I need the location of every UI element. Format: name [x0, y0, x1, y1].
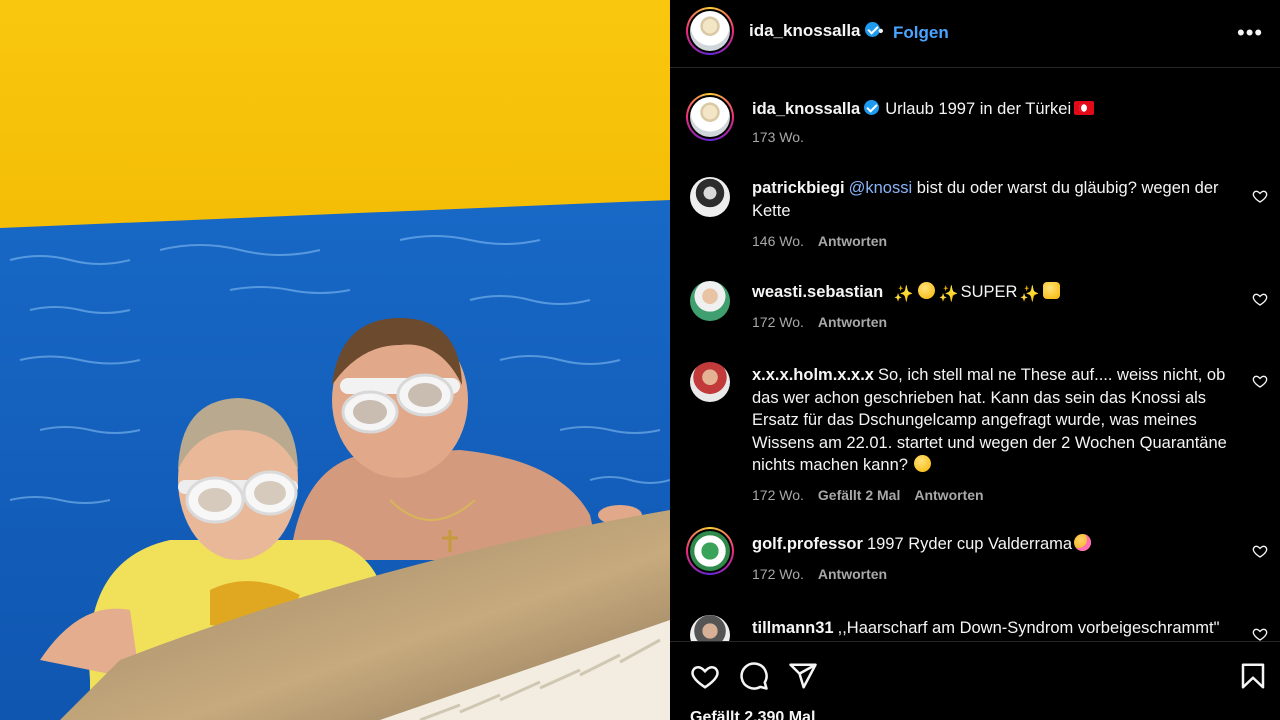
comment-meta: 172 Wo. Gefällt 2 Mal Antworten: [752, 487, 984, 503]
pool-photo-illustration: [0, 0, 670, 720]
comment-username[interactable]: tillmann31: [752, 619, 834, 637]
bookmark-icon[interactable]: [1238, 661, 1268, 691]
comment-text: SUPER: [960, 283, 1018, 301]
comment-avatar[interactable]: [690, 615, 730, 641]
thumbs-up-emoji-icon: [1043, 282, 1061, 299]
comment-likes[interactable]: Gefällt 2 Mal: [818, 487, 900, 503]
post-photo[interactable]: [0, 0, 670, 720]
caption-username[interactable]: ida_knossalla: [752, 100, 860, 118]
turkey-flag-icon: [1074, 101, 1095, 115]
follow-button[interactable]: Folgen: [893, 23, 949, 43]
heart-icon[interactable]: [1252, 543, 1268, 559]
comment-meta: 172 Wo. Antworten: [752, 566, 888, 582]
caption-text: Urlaub 1997 in der Türkei: [885, 100, 1072, 118]
verified-badge-icon: [864, 100, 880, 115]
thinking-emoji-icon: [913, 455, 931, 472]
separator-dot: •: [878, 23, 884, 40]
grin-emoji-icon: [917, 282, 935, 299]
sparkles-icon: ✨: [1019, 286, 1040, 303]
comment-username[interactable]: weasti.sebastian: [752, 283, 883, 301]
share-icon[interactable]: [788, 661, 818, 691]
comment-avatar[interactable]: [690, 281, 730, 321]
mention-link[interactable]: @knossi: [849, 179, 913, 197]
author-avatar[interactable]: [686, 7, 734, 55]
comment-avatar[interactable]: [690, 362, 730, 402]
reply-button[interactable]: Antworten: [818, 566, 887, 582]
comment-avatar[interactable]: [686, 527, 734, 575]
reply-button[interactable]: Antworten: [818, 233, 887, 249]
comment-meta: 146 Wo. Antworten: [752, 233, 888, 249]
comment-icon[interactable]: [739, 661, 769, 691]
post-header: ida_knossalla • Folgen •••: [670, 0, 1280, 68]
sparkles-icon: ✨: [938, 286, 959, 303]
likes-count[interactable]: Gefällt 2.390 Mal: [690, 709, 815, 720]
comment-meta: 172 Wo. Antworten: [752, 314, 888, 330]
post-side-panel: ida_knossalla • Folgen ••• ida_knossalla…: [670, 0, 1280, 720]
comments-list[interactable]: ida_knossalla Urlaub 1997 in der Türkei 1…: [670, 69, 1280, 641]
heart-icon[interactable]: [1252, 188, 1268, 204]
author-username[interactable]: ida_knossalla: [749, 21, 880, 41]
heart-icon[interactable]: [690, 661, 720, 691]
reply-button[interactable]: Antworten: [818, 314, 887, 330]
comment-text: 1997 Ryder cup Valderrama: [866, 535, 1073, 553]
heart-icon[interactable]: [1252, 291, 1268, 307]
caption-meta: 173 Wo.: [752, 129, 804, 145]
comment-username[interactable]: patrickbiegi: [752, 179, 845, 197]
comment-username[interactable]: golf.professor: [752, 535, 863, 553]
comment-username[interactable]: x.x.x.holm.x.x.x: [752, 366, 874, 384]
heart-icon[interactable]: [1252, 626, 1268, 641]
more-options-icon[interactable]: •••: [1237, 20, 1263, 46]
reply-button[interactable]: Antworten: [914, 487, 983, 503]
zany-emoji-icon: [1074, 534, 1092, 551]
post-actions-bar: Gefällt 2.390 Mal: [670, 641, 1280, 720]
heart-icon[interactable]: [1252, 373, 1268, 389]
sparkles-icon: ✨: [893, 286, 914, 303]
comment-text: ,,Haarscharf am Down-Syndrom vorbeigesch…: [837, 619, 1220, 637]
comment-avatar[interactable]: [690, 177, 730, 217]
caption-avatar[interactable]: [686, 93, 734, 141]
